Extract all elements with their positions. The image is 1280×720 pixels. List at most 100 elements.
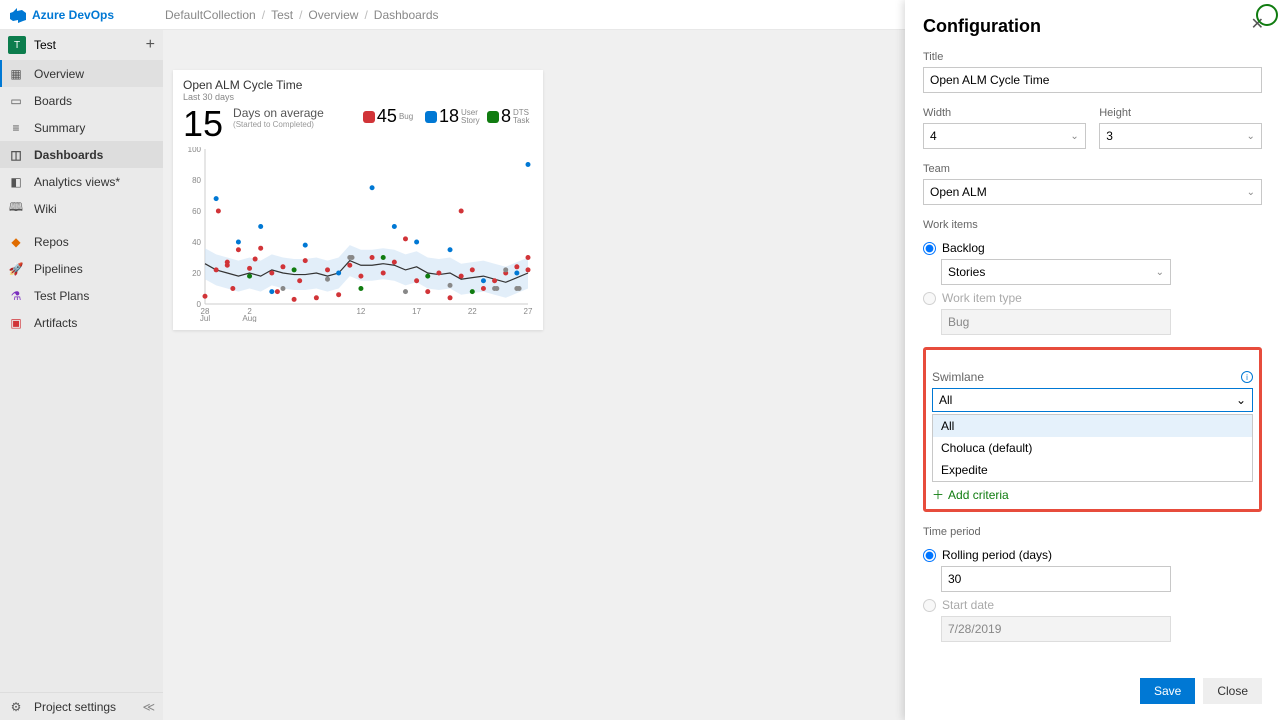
swimlane-dropdown: All Choluca (default) Expedite xyxy=(932,414,1253,482)
swimlane-option[interactable]: Expedite xyxy=(933,459,1252,481)
svg-text:12: 12 xyxy=(356,307,365,316)
stat-story: 18User Story xyxy=(425,106,481,127)
nav-label: Wiki xyxy=(34,202,57,216)
breadcrumb: DefaultCollection/ Test/ Overview/ Dashb… xyxy=(165,8,439,22)
analytics-icon: ◧ xyxy=(8,174,24,190)
nav-dashboards[interactable]: ◫ Dashboards xyxy=(0,141,163,168)
svg-text:20: 20 xyxy=(192,269,201,278)
plus-icon: ＋ xyxy=(932,486,944,503)
radio-input[interactable] xyxy=(923,599,936,612)
workitems-label: Work items xyxy=(923,219,1262,231)
bug-icon xyxy=(363,111,375,123)
height-select[interactable]: 3⌄ xyxy=(1099,123,1262,149)
breadcrumb-item[interactable]: DefaultCollection xyxy=(165,8,256,22)
swimlane-option[interactable]: All xyxy=(933,415,1252,437)
wiki-icon: 🕮 xyxy=(8,201,24,217)
brand-text: Azure DevOps xyxy=(32,8,114,22)
overview-icon: ▦ xyxy=(8,66,24,82)
breadcrumb-item[interactable]: Dashboards xyxy=(374,8,439,22)
svg-text:27: 27 xyxy=(524,307,533,316)
radio-input[interactable] xyxy=(923,242,936,255)
width-label: Width xyxy=(923,107,1086,119)
radio-input[interactable] xyxy=(923,549,936,562)
add-icon[interactable]: + xyxy=(146,36,155,54)
config-panel: Configuration ✕ Title Width 4⌄ Height 3⌄… xyxy=(905,0,1280,720)
panel-heading: Configuration xyxy=(923,16,1262,37)
scatter-chart: 02040608010028Jul2Aug12172227 xyxy=(183,147,533,322)
nav-artifacts[interactable]: ▣Artifacts xyxy=(0,309,163,336)
nav-label: Dashboards xyxy=(34,148,103,162)
add-criteria-link[interactable]: ＋Add criteria xyxy=(932,486,1253,503)
close-button[interactable]: Close xyxy=(1203,678,1262,704)
azure-devops-icon xyxy=(10,7,26,23)
save-button[interactable]: Save xyxy=(1140,678,1195,704)
chevron-down-icon: ⌄ xyxy=(1070,131,1078,142)
svg-text:22: 22 xyxy=(468,307,477,316)
avg-label: Days on average (Started to Completed) xyxy=(233,106,324,129)
project-header[interactable]: T Test + xyxy=(0,30,163,60)
big-number: 15 xyxy=(183,106,223,142)
title-label: Title xyxy=(923,51,1262,63)
collapse-icon[interactable]: ≪ xyxy=(142,700,155,714)
breadcrumb-item[interactable]: Test xyxy=(271,8,293,22)
height-label: Height xyxy=(1099,107,1262,119)
team-label: Team xyxy=(923,163,1262,175)
rolling-input[interactable] xyxy=(941,566,1171,592)
nav-label: Pipelines xyxy=(34,262,83,276)
chevron-down-icon: ⌄ xyxy=(1156,267,1164,278)
nav-summary[interactable]: ≡Summary xyxy=(0,114,163,141)
info-icon[interactable]: i xyxy=(1241,371,1253,383)
brand[interactable]: Azure DevOps xyxy=(10,7,165,23)
chart-area: 02040608010028Jul2Aug12172227 xyxy=(183,147,533,322)
svg-text:100: 100 xyxy=(188,147,202,154)
repos-icon: ◆ xyxy=(8,234,24,250)
stats-row: 45Bug 18User Story 8DTS Task xyxy=(363,106,533,127)
swimlane-label: Swimlane xyxy=(932,370,984,384)
nav-analytics[interactable]: ◧Analytics views* xyxy=(0,168,163,195)
cycle-time-widget[interactable]: Open ALM Cycle Time Last 30 days 15 Days… xyxy=(173,70,543,330)
chevron-down-icon: ⌄ xyxy=(1236,393,1246,407)
swimlane-option[interactable]: Choluca (default) xyxy=(933,437,1252,459)
width-select[interactable]: 4⌄ xyxy=(923,123,1086,149)
nav-label: Project settings xyxy=(34,700,116,714)
nav-testplans[interactable]: ⚗Test Plans xyxy=(0,282,163,309)
title-input[interactable] xyxy=(923,67,1262,93)
radio-input[interactable] xyxy=(923,292,936,305)
nav-label: Repos xyxy=(34,235,69,249)
boards-icon: ▭ xyxy=(8,93,24,109)
svg-text:80: 80 xyxy=(192,176,201,185)
nav-overview[interactable]: ▦Overview xyxy=(0,60,163,87)
gear-icon: ⚙ xyxy=(8,699,24,715)
pipelines-icon: 🚀 xyxy=(8,261,24,277)
artifacts-icon: ▣ xyxy=(8,315,24,331)
swimlane-block: Swimlane i All⌄ All Choluca (default) Ex… xyxy=(923,347,1262,512)
chevron-down-icon: ⌄ xyxy=(1247,131,1255,142)
svg-text:Aug: Aug xyxy=(242,314,256,322)
nav-repos[interactable]: ◆ Repos xyxy=(0,228,163,255)
wit-radio[interactable]: Work item type xyxy=(923,291,1262,305)
backlog-select[interactable]: Stories⌄ xyxy=(941,259,1171,285)
stat-task: 8DTS Task xyxy=(487,106,533,127)
svg-text:17: 17 xyxy=(412,307,421,316)
dashboards-icon: ◫ xyxy=(8,147,24,163)
team-select[interactable]: Open ALM⌄ xyxy=(923,179,1262,205)
nav-wiki[interactable]: 🕮 Wiki xyxy=(0,195,163,222)
svg-text:40: 40 xyxy=(192,238,201,247)
svg-text:Jul: Jul xyxy=(200,314,210,322)
nav-boards[interactable]: ▭Boards xyxy=(0,87,163,114)
stat-bug: 45Bug xyxy=(363,106,419,127)
rolling-radio[interactable]: Rolling period (days) xyxy=(923,548,1262,562)
startdate-input xyxy=(941,616,1171,642)
chevron-down-icon: ⌄ xyxy=(1247,187,1255,198)
project-name: Test xyxy=(34,38,56,52)
startdate-radio[interactable]: Start date xyxy=(923,598,1262,612)
breadcrumb-item[interactable]: Overview xyxy=(308,8,358,22)
nav-pipelines[interactable]: 🚀 Pipelines xyxy=(0,255,163,282)
wit-input xyxy=(941,309,1171,335)
backlog-radio[interactable]: Backlog xyxy=(923,241,1262,255)
nav-project-settings[interactable]: ⚙ Project settings ≪ xyxy=(0,693,163,720)
task-icon xyxy=(487,111,499,123)
avatar[interactable] xyxy=(1256,4,1278,26)
swimlane-select[interactable]: All⌄ xyxy=(932,388,1253,412)
svg-text:60: 60 xyxy=(192,207,201,216)
